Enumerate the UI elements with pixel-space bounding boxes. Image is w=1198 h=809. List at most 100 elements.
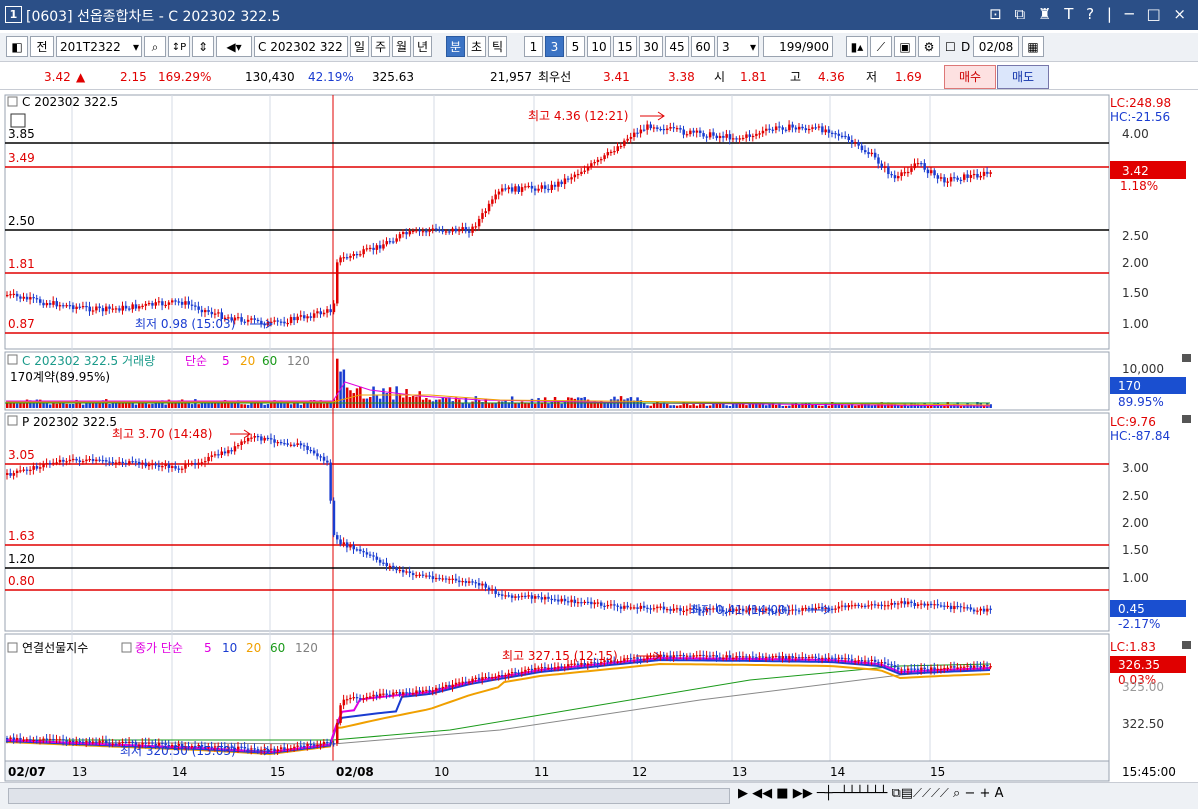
- stop-icon[interactable]: ■: [776, 786, 788, 801]
- interval-select[interactable]: 3 ▾: [717, 36, 759, 57]
- candle-body: [689, 130, 692, 135]
- panel-toggle-icon[interactable]: [7, 642, 18, 653]
- candle-body: [596, 159, 600, 163]
- candle-body: [761, 130, 765, 134]
- interval-15[interactable]: 15: [613, 36, 637, 57]
- buy-button[interactable]: 매수: [944, 65, 996, 89]
- candle-body: [583, 170, 586, 172]
- playback-controls: ▶ ◀◀ ■ ▶▶ ─┼─┴┴┴┴┴┴ ⧉▤⟋⟋⟋⟋ ⌕ − + A: [738, 786, 1003, 801]
- candle-body: [837, 133, 841, 136]
- interval-5[interactable]: 5: [566, 36, 585, 57]
- zoom-out-icon[interactable]: −: [964, 786, 975, 801]
- candle-body: [494, 194, 497, 200]
- zoom-in-icon[interactable]: +: [980, 786, 991, 801]
- candle-body: [190, 462, 194, 465]
- candle-body: [101, 460, 105, 462]
- candle-body: [52, 738, 55, 741]
- period-year[interactable]: 년: [413, 36, 432, 57]
- candle-body: [339, 257, 342, 263]
- period-tick[interactable]: 틱: [488, 36, 507, 57]
- panel-toggle-icon[interactable]: [7, 96, 18, 107]
- candle-body: [316, 311, 319, 314]
- period-second[interactable]: 초: [467, 36, 486, 57]
- interval-60[interactable]: 60: [691, 36, 715, 57]
- indicator-icon[interactable]: ▮▴: [846, 36, 868, 57]
- prev-button[interactable]: 전: [30, 36, 54, 57]
- candle-body: [722, 135, 725, 138]
- candle-body: [913, 602, 916, 606]
- candle-body: [65, 305, 68, 307]
- panel-toggle-icon[interactable]: [7, 354, 18, 365]
- font-icon[interactable]: A: [995, 786, 1004, 801]
- date-field[interactable]: 02/08: [973, 36, 1019, 57]
- candle-body: [388, 565, 392, 568]
- search-icon[interactable]: ⌕: [144, 36, 166, 57]
- period-day[interactable]: 일: [350, 36, 369, 57]
- period-week[interactable]: 주: [371, 36, 390, 57]
- panel-menu-icon[interactable]: [1182, 415, 1191, 423]
- candle-body: [101, 740, 105, 742]
- interval-10[interactable]: 10: [587, 36, 611, 57]
- candle-body: [81, 461, 85, 463]
- option-picker-icon[interactable]: ↕P: [168, 36, 190, 57]
- candle-body: [339, 705, 342, 723]
- interval-30[interactable]: 30: [639, 36, 663, 57]
- code-select[interactable]: 201T2322 ▾: [56, 36, 142, 57]
- chart-area[interactable]: C 202302 322.5 3.85 3.49 2.50 1.81 0.87 …: [0, 90, 1198, 782]
- candle-body: [454, 228, 458, 232]
- contract-field[interactable]: C 202302 322: [254, 36, 348, 57]
- candle-body: [860, 605, 864, 607]
- period-month[interactable]: 월: [392, 36, 411, 57]
- play-icon[interactable]: ▶: [738, 786, 748, 801]
- volume-bar: [547, 403, 550, 408]
- candle-body: [237, 445, 240, 447]
- candle-body: [395, 568, 398, 571]
- candle-body: [85, 306, 88, 308]
- sell-button[interactable]: 매도: [997, 65, 1049, 89]
- window-title: [0603] 선옵종합차트 - C 202302 322.5: [26, 9, 281, 25]
- layout-icon[interactable]: ◧: [6, 36, 28, 57]
- candle-body: [471, 226, 474, 233]
- candle-body: [474, 677, 478, 679]
- volume-bar: [322, 403, 326, 408]
- candle-body: [781, 655, 784, 659]
- candle-body: [78, 741, 82, 743]
- zoom-icon[interactable]: ⌕: [953, 786, 960, 801]
- speed-slider[interactable]: ─┼─┴┴┴┴┴┴: [817, 786, 887, 801]
- date-checkbox[interactable]: ☐: [945, 37, 956, 57]
- gear-icon[interactable]: ⚙: [918, 36, 940, 57]
- candle-body: [976, 173, 979, 178]
- interval-1[interactable]: 1: [524, 36, 543, 57]
- candle-body: [840, 135, 844, 138]
- candle-body: [58, 739, 62, 741]
- fast-forward-icon[interactable]: ▶▶: [793, 786, 813, 801]
- save-icon[interactable]: ▣: [894, 36, 916, 57]
- candle-body: [953, 605, 956, 610]
- window-controls[interactable]: ⊡ ⧉ ♜ T ? | ─ □ ×: [989, 5, 1190, 23]
- candle-body: [451, 578, 454, 580]
- panel-toggle-icon[interactable]: [7, 415, 18, 426]
- count-field[interactable]: 199/900: [763, 36, 833, 57]
- spin-icon[interactable]: ⇕: [192, 36, 214, 57]
- volume-bar: [926, 405, 930, 408]
- sound-icon[interactable]: ◀▾: [216, 36, 252, 57]
- interval-3[interactable]: 3: [545, 36, 564, 57]
- panel-menu-icon[interactable]: [1182, 641, 1191, 649]
- calendar-icon[interactable]: ▦: [1022, 36, 1044, 57]
- interval-45[interactable]: 45: [665, 36, 689, 57]
- put-hc-label: HC:-87.84: [1110, 429, 1170, 443]
- candle-body: [827, 129, 831, 133]
- rewind-icon[interactable]: ◀◀: [752, 786, 772, 801]
- drawing-tools-icon[interactable]: ⧉▤⟋⟋⟋⟋: [891, 786, 948, 801]
- horizontal-scrollbar[interactable]: [8, 788, 730, 804]
- panel-menu-icon[interactable]: [1182, 354, 1191, 362]
- candle-body: [378, 245, 382, 249]
- candle-body: [600, 159, 603, 161]
- candle-body: [679, 654, 682, 657]
- panel-toggle-icon[interactable]: [121, 642, 132, 653]
- candle-body: [844, 658, 847, 660]
- level-label-080: 0.80: [8, 574, 35, 588]
- line-tool-icon[interactable]: ⟋: [870, 36, 892, 57]
- period-minute[interactable]: 분: [446, 36, 465, 57]
- candle-body: [920, 163, 923, 165]
